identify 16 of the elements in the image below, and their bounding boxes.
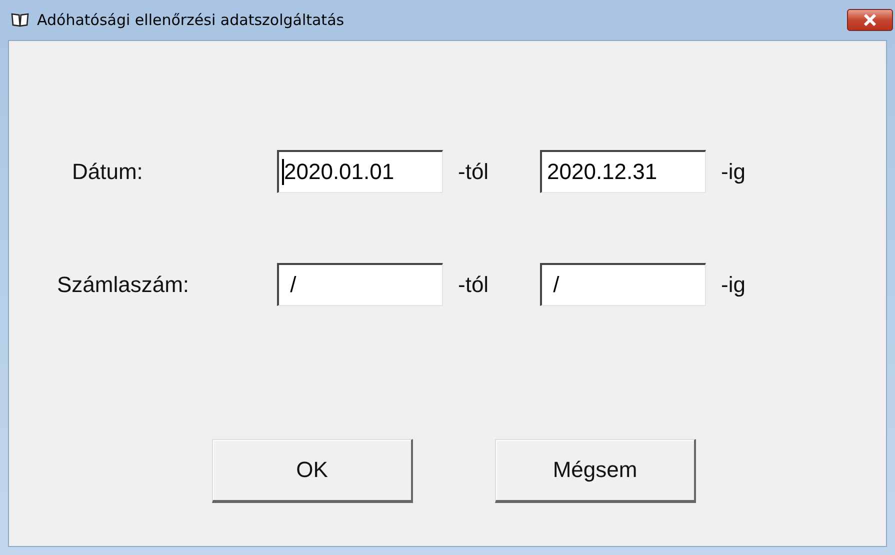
- ok-button[interactable]: OK: [212, 439, 413, 503]
- close-icon: [863, 14, 877, 26]
- book-icon: [11, 12, 29, 28]
- window-title: Adóhatósági ellenőrzési adatszolgáltatás: [37, 11, 346, 29]
- input-field[interactable]: /: [540, 263, 706, 306]
- cancel-button[interactable]: Mégsem: [495, 439, 696, 503]
- suffix-label: -ig: [720, 158, 746, 184]
- input-field[interactable]: /: [277, 263, 443, 306]
- field-label: Dátum:: [71, 158, 144, 184]
- input-field[interactable]: 2020.01.01: [277, 150, 443, 193]
- input-field[interactable]: 2020.12.31: [540, 150, 706, 193]
- suffix-label: -ig: [720, 272, 746, 298]
- suffix-label: -tól: [457, 158, 490, 184]
- suffix-label: -tól: [457, 272, 490, 298]
- field-label: Számlaszám:: [57, 272, 190, 298]
- close-button[interactable]: [847, 9, 893, 31]
